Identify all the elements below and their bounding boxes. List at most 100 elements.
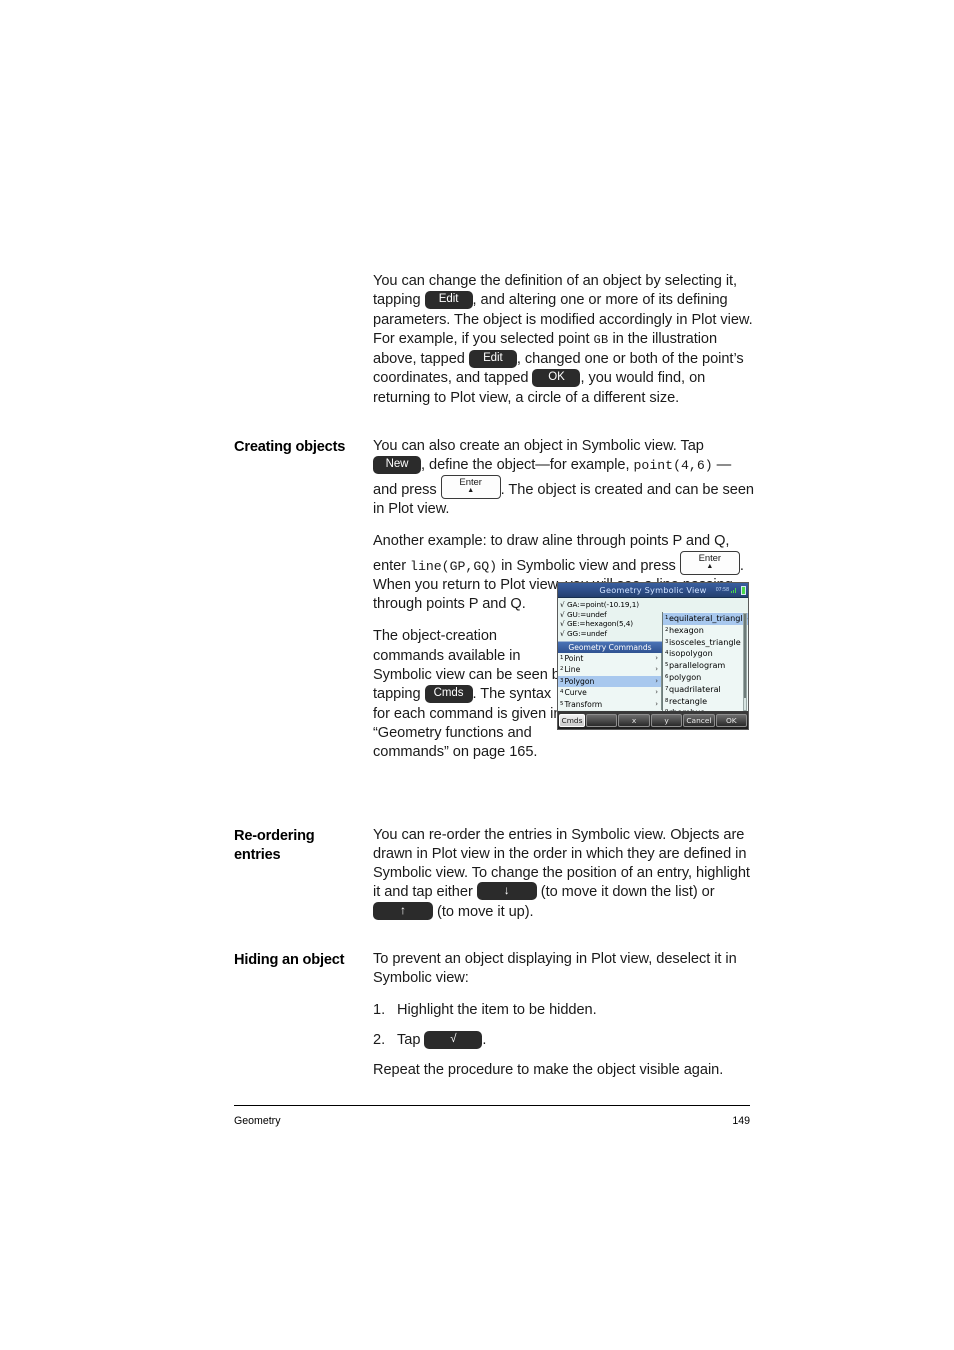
chevron-right-icon: › [655,654,658,662]
symbolic-entry-text: GA:=point(-10.19,1) [567,600,639,609]
checkmark-key[interactable]: √ [424,1030,483,1049]
edit-key-1[interactable]: Edit [424,291,473,310]
hiding-step-2-text: Tap √. [397,1030,486,1050]
softkey-ok[interactable]: OK [715,713,748,727]
menu-item-transform[interactable]: 5Transform › [558,699,661,710]
checkbox-icon[interactable]: √ [560,600,567,610]
menu-item-curve[interactable]: 4Curve › [558,687,661,698]
submenu-index: 1 [665,615,669,621]
checkbox-icon[interactable]: √ [560,619,567,629]
heading-hiding: Hiding an object [234,952,345,969]
submenu-item-rectangle[interactable]: 8rectangle [663,696,748,708]
submenu-index: 7 [665,685,669,692]
menu-label: Point [564,654,584,663]
chevron-right-icon: › [655,688,658,697]
creating-paragraph-1: You can also create an object in Symboli… [373,437,754,519]
reordering-text-3: (to move it up). [433,903,534,920]
cmds-key[interactable]: Cmds [424,685,473,704]
softkey-cmds[interactable]: Cmds [559,713,585,727]
move-down-key[interactable]: ↓ [476,882,537,901]
battery-icon [741,585,746,595]
submenu-item-hexagon[interactable]: 2hexagon [663,625,748,637]
intro-body: You can change the definition of an obje… [373,272,754,408]
submenu-index: 4 [665,650,669,657]
edit-key-2[interactable]: Edit [468,350,517,369]
checkbox-icon[interactable]: √ [560,610,567,620]
menu-item-line[interactable]: 2Line › [558,664,661,675]
calculator-status-area: 07:58 [716,583,746,597]
hiding-body: To prevent an object displaying in Plot … [373,950,754,1080]
menu-index: 2 [560,666,564,673]
submenu-list: 1equilateral_triangle 2hexagon 3isoscele… [662,612,748,717]
creating-paragraph-3: The object-creation commands available i… [373,627,569,762]
submenu-label: quadrilateral [668,683,721,694]
section-reordering: Re-ordering entries You can re-order the… [234,826,754,922]
intro-sidelabel [234,272,373,273]
code-point: point(4,6) [633,458,713,474]
checkbox-icon[interactable]: √ [560,629,567,639]
symbolic-entry-row[interactable]: √ GE:=hexagon(5,4) [560,619,662,629]
reordering-body: You can re-order the entries in Symbolic… [373,826,754,922]
hiding-step-2-number: 2. [373,1031,386,1048]
commands-menu-header: Geometry Commands [558,641,662,653]
chevron-right-icon: › [655,665,658,674]
hiding-steps: 1. Highlight the item to be hidden. 2. T… [373,1001,754,1051]
submenu-index: 3 [665,638,669,645]
enter-key-2[interactable]: Enter ▲ [679,550,740,575]
creating-text-2: , define the object—for example, [421,457,634,474]
commands-menu-list: 1Point › 2Line › 3Polygon › 4Curve › 5Transf… [558,653,662,710]
page-footer: Geometry 149 [234,1105,750,1128]
hiding-step-2: 2. Tap √. [373,1030,754,1050]
softkey-x[interactable]: x [618,713,650,727]
move-up-key[interactable]: ↑ [373,901,433,920]
submenu-item-isopolygon[interactable]: 4isopolygon [663,648,748,660]
signal-icon [731,587,738,593]
symbolic-entry-text: GU:=undef [567,609,607,619]
submenu-label: parallelogram [668,660,726,671]
section-hiding: Hiding an object To prevent an object di… [234,950,754,1080]
softkey-y[interactable]: y [650,713,683,727]
hiding-step-1-text: Highlight the item to be hidden. [397,1001,597,1018]
submenu-item-polygon[interactable]: 6polygon [663,672,748,684]
reordering-text-2: (to move it down the list) or [536,884,715,901]
menu-item-polygon[interactable]: 3Polygon › [558,675,661,688]
submenu-label: isosceles_triangle [668,636,741,647]
submenu-scrollbar[interactable] [743,613,747,711]
submenu-label: equilateral_triangle [668,613,748,623]
calculator-title: Geometry Symbolic View [599,585,707,595]
calculator-softkey-bar: Cmds x y Cancel OK [558,711,748,729]
submenu-index: 8 [665,697,669,704]
new-key[interactable]: New [373,456,421,475]
ok-key[interactable]: OK [532,369,581,388]
chevron-right-icon: › [655,676,658,685]
reordering-paragraph: You can re-order the entries in Symbolic… [373,826,754,922]
footer-page-number: 149 [732,1115,750,1127]
softkey-cancel[interactable]: Cancel [683,713,715,727]
enter-key-1[interactable]: Enter ▲ [440,474,501,499]
footer-row: Geometry 149 [234,1106,750,1128]
submenu-item-isosceles-triangle[interactable]: 3isosceles_triangle [663,637,748,649]
hiding-step-1: 1. Highlight the item to be hidden. [373,1001,754,1020]
clock-label: 07:58 [715,587,730,593]
symbolic-entry-text: GE:=hexagon(5,4) [567,619,634,629]
symbolic-entry-row[interactable]: √ GG:=undef [560,629,662,639]
enter-key-2-mark: ▲ [706,562,714,570]
softkey-blank[interactable] [586,713,618,727]
submenu-label: polygon [668,671,702,682]
symbolic-entry-row[interactable]: √ GU:=undef [560,610,662,620]
creating-text-6: in Symbolic view and press [497,557,680,574]
submenu-index: 2 [665,626,669,633]
section-intro: You can change the definition of an obje… [234,272,754,408]
symbolic-entry-row[interactable]: √ GA:=point(-10.19,1) [560,600,662,610]
code-line: line(GP,GQ) [410,558,498,574]
menu-item-point[interactable]: 1Point › [558,653,661,664]
hiding-intro: To prevent an object displaying in Plot … [373,951,737,987]
hiding-repeat: Repeat the procedure to make the object … [373,1062,724,1079]
calculator-body: √ GA:=point(-10.19,1) √ GU:=undef √ GE:=hex… [558,598,748,717]
calculator-screenshot: Geometry Symbolic View 07:58 √ GA:=point(… [557,582,749,730]
submenu-item-quadrilateral[interactable]: 7quadrilateral [663,684,748,696]
point-label-gb: GB [593,332,609,347]
submenu-item-parallelogram[interactable]: 5parallelogram [663,660,748,672]
submenu-item-equilateral-triangle[interactable]: 1equilateral_triangle [663,613,748,625]
chevron-right-icon: › [655,699,658,708]
